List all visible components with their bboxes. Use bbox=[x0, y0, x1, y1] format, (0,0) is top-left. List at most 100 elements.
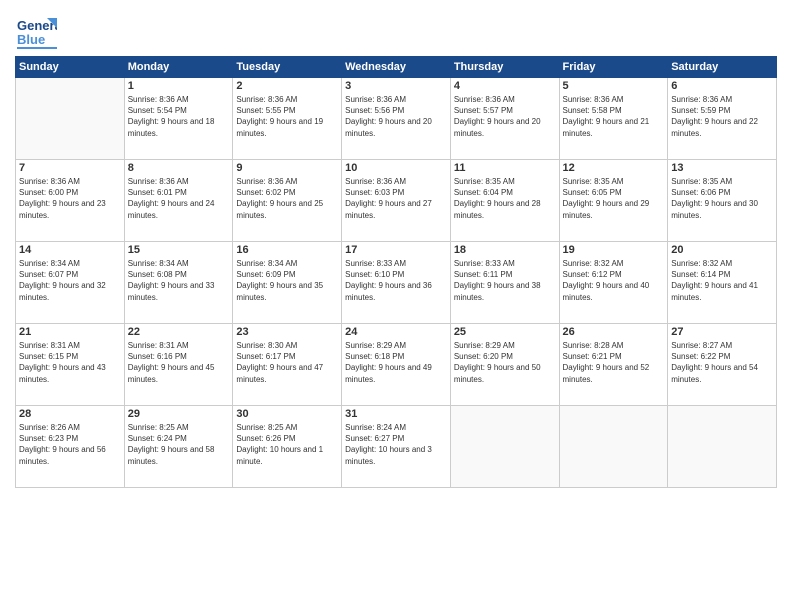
calendar-header-row: SundayMondayTuesdayWednesdayThursdayFrid… bbox=[16, 57, 777, 78]
cell-details: Sunrise: 8:30 AMSunset: 6:17 PMDaylight:… bbox=[236, 340, 338, 385]
calendar-cell: 31Sunrise: 8:24 AMSunset: 6:27 PMDayligh… bbox=[342, 406, 451, 488]
calendar-cell: 21 Sunrise: 8:31 AMSunset: 6:15 PMDayligh… bbox=[16, 324, 125, 406]
cell-details: Sunrise: 8:36 AMSunset: 6:01 PMDaylight:… bbox=[128, 176, 230, 221]
calendar-cell: 22 Sunrise: 8:31 AMSunset: 6:16 PMDayligh… bbox=[124, 324, 233, 406]
day-number: 12 bbox=[563, 162, 665, 174]
cell-details: Sunrise: 8:33 AMSunset: 6:11 PMDaylight:… bbox=[454, 258, 556, 303]
cell-details: Sunrise: 8:36 AMSunset: 6:02 PMDaylight:… bbox=[236, 176, 338, 221]
cell-details: Sunrise: 8:33 AMSunset: 6:10 PMDaylight:… bbox=[345, 258, 447, 303]
calendar-cell: 13 Sunrise: 8:35 AMSunset: 6:06 PMDayligh… bbox=[668, 160, 777, 242]
calendar-week-row: 28 Sunrise: 8:26 AMSunset: 6:23 PMDayligh… bbox=[16, 406, 777, 488]
calendar-cell: 6 Sunrise: 8:36 AMSunset: 5:59 PMDaylight… bbox=[668, 78, 777, 160]
cell-details: Sunrise: 8:24 AMSunset: 6:27 PMDaylight:… bbox=[345, 422, 447, 467]
calendar-cell: 3 Sunrise: 8:36 AMSunset: 5:56 PMDaylight… bbox=[342, 78, 451, 160]
calendar-cell bbox=[668, 406, 777, 488]
cell-details: Sunrise: 8:35 AMSunset: 6:06 PMDaylight:… bbox=[671, 176, 773, 221]
calendar-week-row: 7Sunrise: 8:36 AMSunset: 6:00 PMDaylight… bbox=[16, 160, 777, 242]
calendar-cell: 4Sunrise: 8:36 AMSunset: 5:57 PMDaylight… bbox=[450, 78, 559, 160]
calendar-cell: 17 Sunrise: 8:33 AMSunset: 6:10 PMDayligh… bbox=[342, 242, 451, 324]
calendar-cell: 27Sunrise: 8:27 AMSunset: 6:22 PMDayligh… bbox=[668, 324, 777, 406]
calendar-cell: 12 Sunrise: 8:35 AMSunset: 6:05 PMDayligh… bbox=[559, 160, 668, 242]
day-number: 23 bbox=[236, 326, 338, 338]
day-number: 11 bbox=[454, 162, 556, 174]
weekday-header: Tuesday bbox=[233, 57, 342, 78]
day-number: 2 bbox=[236, 80, 338, 92]
calendar-cell: 24Sunrise: 8:29 AMSunset: 6:18 PMDayligh… bbox=[342, 324, 451, 406]
logo: General Blue bbox=[15, 10, 57, 48]
calendar-week-row: 21 Sunrise: 8:31 AMSunset: 6:15 PMDayligh… bbox=[16, 324, 777, 406]
weekday-header: Thursday bbox=[450, 57, 559, 78]
cell-details: Sunrise: 8:29 AMSunset: 6:18 PMDaylight:… bbox=[345, 340, 447, 385]
cell-details: Sunrise: 8:31 AMSunset: 6:15 PMDaylight:… bbox=[19, 340, 121, 385]
day-number: 4 bbox=[454, 80, 556, 92]
day-number: 22 bbox=[128, 326, 230, 338]
weekday-header: Friday bbox=[559, 57, 668, 78]
weekday-header: Sunday bbox=[16, 57, 125, 78]
calendar-cell: 5Sunrise: 8:36 AMSunset: 5:58 PMDaylight… bbox=[559, 78, 668, 160]
day-number: 28 bbox=[19, 408, 121, 420]
weekday-header: Monday bbox=[124, 57, 233, 78]
cell-details: Sunrise: 8:36 AMSunset: 5:56 PMDaylight:… bbox=[345, 94, 447, 139]
calendar-cell: 23 Sunrise: 8:30 AMSunset: 6:17 PMDayligh… bbox=[233, 324, 342, 406]
cell-details: Sunrise: 8:25 AMSunset: 6:24 PMDaylight:… bbox=[128, 422, 230, 467]
cell-details: Sunrise: 8:29 AMSunset: 6:20 PMDaylight:… bbox=[454, 340, 556, 385]
day-number: 20 bbox=[671, 244, 773, 256]
day-number: 16 bbox=[236, 244, 338, 256]
calendar-cell: 16 Sunrise: 8:34 AMSunset: 6:09 PMDayligh… bbox=[233, 242, 342, 324]
cell-details: Sunrise: 8:36 AMSunset: 6:03 PMDaylight:… bbox=[345, 176, 447, 221]
day-number: 8 bbox=[128, 162, 230, 174]
cell-details: Sunrise: 8:34 AMSunset: 6:08 PMDaylight:… bbox=[128, 258, 230, 303]
cell-details: Sunrise: 8:34 AMSunset: 6:09 PMDaylight:… bbox=[236, 258, 338, 303]
day-number: 17 bbox=[345, 244, 447, 256]
cell-details: Sunrise: 8:34 AMSunset: 6:07 PMDaylight:… bbox=[19, 258, 121, 303]
calendar-cell: 29 Sunrise: 8:25 AMSunset: 6:24 PMDayligh… bbox=[124, 406, 233, 488]
calendar-cell bbox=[450, 406, 559, 488]
calendar-cell: 15 Sunrise: 8:34 AMSunset: 6:08 PMDayligh… bbox=[124, 242, 233, 324]
cell-details: Sunrise: 8:31 AMSunset: 6:16 PMDaylight:… bbox=[128, 340, 230, 385]
weekday-header: Wednesday bbox=[342, 57, 451, 78]
calendar-cell: 11Sunrise: 8:35 AMSunset: 6:04 PMDayligh… bbox=[450, 160, 559, 242]
calendar-cell: 9 Sunrise: 8:36 AMSunset: 6:02 PMDaylight… bbox=[233, 160, 342, 242]
calendar-cell: 10 Sunrise: 8:36 AMSunset: 6:03 PMDayligh… bbox=[342, 160, 451, 242]
cell-details: Sunrise: 8:36 AMSunset: 5:58 PMDaylight:… bbox=[563, 94, 665, 139]
weekday-header: Saturday bbox=[668, 57, 777, 78]
cell-details: Sunrise: 8:35 AMSunset: 6:05 PMDaylight:… bbox=[563, 176, 665, 221]
day-number: 25 bbox=[454, 326, 556, 338]
day-number: 21 bbox=[19, 326, 121, 338]
day-number: 10 bbox=[345, 162, 447, 174]
day-number: 19 bbox=[563, 244, 665, 256]
day-number: 18 bbox=[454, 244, 556, 256]
calendar-cell: 18 Sunrise: 8:33 AMSunset: 6:11 PMDayligh… bbox=[450, 242, 559, 324]
day-number: 29 bbox=[128, 408, 230, 420]
cell-details: Sunrise: 8:36 AMSunset: 5:54 PMDaylight:… bbox=[128, 94, 230, 139]
cell-details: Sunrise: 8:28 AMSunset: 6:21 PMDaylight:… bbox=[563, 340, 665, 385]
cell-details: Sunrise: 8:32 AMSunset: 6:12 PMDaylight:… bbox=[563, 258, 665, 303]
calendar-cell: 2Sunrise: 8:36 AMSunset: 5:55 PMDaylight… bbox=[233, 78, 342, 160]
cell-details: Sunrise: 8:26 AMSunset: 6:23 PMDaylight:… bbox=[19, 422, 121, 467]
calendar-cell: 8 Sunrise: 8:36 AMSunset: 6:01 PMDaylight… bbox=[124, 160, 233, 242]
calendar-cell: 14 Sunrise: 8:34 AMSunset: 6:07 PMDayligh… bbox=[16, 242, 125, 324]
day-number: 15 bbox=[128, 244, 230, 256]
calendar-week-row: 1 Sunrise: 8:36 AMSunset: 5:54 PMDaylight… bbox=[16, 78, 777, 160]
cell-details: Sunrise: 8:36 AMSunset: 5:59 PMDaylight:… bbox=[671, 94, 773, 139]
day-number: 3 bbox=[345, 80, 447, 92]
calendar-cell: 26 Sunrise: 8:28 AMSunset: 6:21 PMDayligh… bbox=[559, 324, 668, 406]
calendar-cell bbox=[16, 78, 125, 160]
calendar-cell: 30Sunrise: 8:25 AMSunset: 6:26 PMDayligh… bbox=[233, 406, 342, 488]
day-number: 1 bbox=[128, 80, 230, 92]
cell-details: Sunrise: 8:36 AMSunset: 6:00 PMDaylight:… bbox=[19, 176, 121, 221]
day-number: 9 bbox=[236, 162, 338, 174]
calendar-body: 1 Sunrise: 8:36 AMSunset: 5:54 PMDaylight… bbox=[16, 78, 777, 488]
calendar-cell bbox=[559, 406, 668, 488]
calendar-cell: 7Sunrise: 8:36 AMSunset: 6:00 PMDaylight… bbox=[16, 160, 125, 242]
calendar-table: SundayMondayTuesdayWednesdayThursdayFrid… bbox=[15, 56, 777, 488]
day-number: 6 bbox=[671, 80, 773, 92]
calendar-cell: 1 Sunrise: 8:36 AMSunset: 5:54 PMDaylight… bbox=[124, 78, 233, 160]
day-number: 13 bbox=[671, 162, 773, 174]
day-number: 26 bbox=[563, 326, 665, 338]
day-number: 14 bbox=[19, 244, 121, 256]
svg-text:Blue: Blue bbox=[17, 32, 45, 47]
day-number: 27 bbox=[671, 326, 773, 338]
cell-details: Sunrise: 8:25 AMSunset: 6:26 PMDaylight:… bbox=[236, 422, 338, 467]
calendar-cell: 25 Sunrise: 8:29 AMSunset: 6:20 PMDayligh… bbox=[450, 324, 559, 406]
